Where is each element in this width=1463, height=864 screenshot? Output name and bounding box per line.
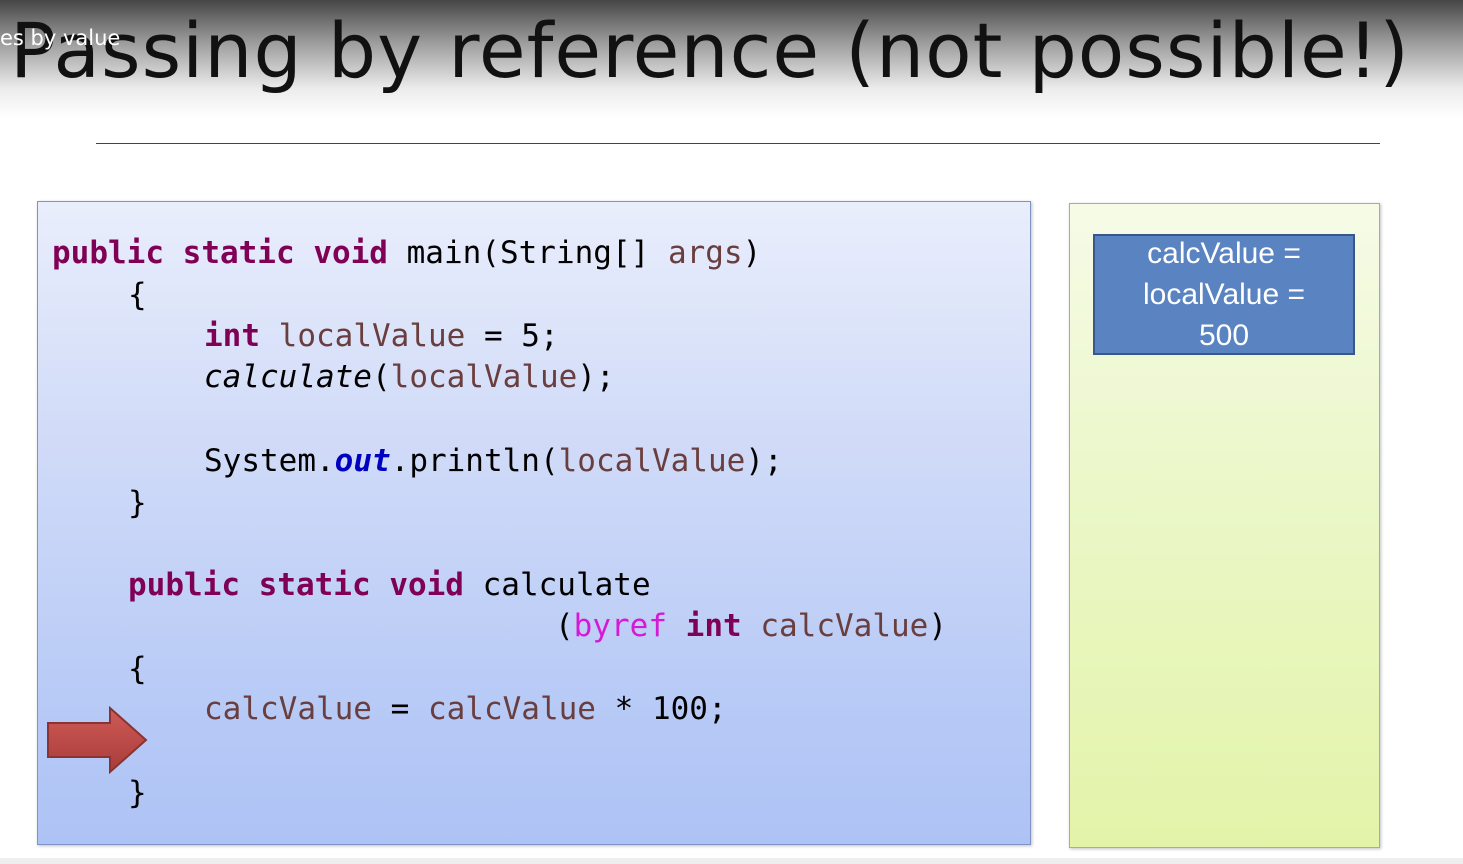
keyword-void-2: void <box>389 567 464 603</box>
param-args: args <box>667 235 743 271</box>
param-open-paren: ( <box>555 608 574 644</box>
system-prefix: System. <box>204 443 335 479</box>
var-box-line-localvalue: localValue = <box>1142 278 1306 311</box>
println-method: .println( <box>390 443 559 479</box>
code-line-calculate-params: (byref int calcValue) <box>555 606 947 646</box>
method-name-main: main(String[] <box>406 235 668 271</box>
code-line-main-open-brace: { <box>128 277 147 313</box>
var-box-line-value: 500 <box>1198 319 1250 352</box>
code-line-println: System.out.println(localValue); <box>204 441 783 481</box>
open-paren: ( <box>371 359 391 395</box>
close-paren: ) <box>742 235 762 271</box>
code-line-local-declaration: int localValue = 5; <box>204 316 559 356</box>
multiply-expression: * 100; <box>595 691 727 727</box>
assign-five: = 5; <box>465 318 559 354</box>
byref-modifier: byref <box>573 608 667 644</box>
code-line-assignment: calcValue = calcValue * 100; <box>204 689 727 729</box>
memory-panel: calcValue = localValue = 500 <box>1069 203 1380 848</box>
title-divider <box>96 143 1380 144</box>
var-localvalue: localValue <box>278 318 466 354</box>
code-line-calculate-open-brace: { <box>128 651 147 687</box>
variable-value-box: calcValue = localValue = 500 <box>1093 234 1355 355</box>
keyword-static-2: static <box>258 567 371 603</box>
method-name-calculate: calculate <box>482 567 651 603</box>
assign-operator: = <box>371 691 428 727</box>
keyword-void: void <box>313 235 388 271</box>
code-line-calculate-signature: public static void calculate <box>128 565 651 605</box>
code-line-calculate-call: calculate(localValue); <box>204 357 615 397</box>
code-line-calculate-close-brace: } <box>128 775 147 811</box>
var-calcvalue: calcValue <box>204 691 372 727</box>
slide-title: Passing by reference (not possible!) <box>10 6 1410 95</box>
param-close-paren: ) <box>928 608 947 644</box>
keyword-static: static <box>182 235 295 271</box>
keyword-int: int <box>204 318 260 354</box>
var-box-line-calcvalue: calcValue = <box>1147 237 1301 270</box>
video-caption: es by value <box>0 26 121 50</box>
arg-localvalue: localValue <box>390 359 578 395</box>
method-call-calculate: calculate <box>204 359 372 395</box>
param-calcvalue: calcValue <box>760 608 929 644</box>
slide-stage: Passing by reference (not possible!) es … <box>0 0 1463 864</box>
arg-localvalue-print: localValue <box>558 443 746 479</box>
field-out: out <box>334 443 391 479</box>
var-calcvalue-2: calcValue <box>427 691 596 727</box>
right-arrow-icon <box>47 706 148 774</box>
keyword-int-2: int <box>685 608 742 644</box>
code-line-main-signature: public static void main(String[] args) <box>52 233 761 273</box>
close-call: ); <box>577 359 615 395</box>
keyword-public-2: public <box>128 567 240 603</box>
bottom-strip <box>0 858 1463 864</box>
code-line-main-close-brace: } <box>128 485 147 521</box>
code-panel: public static void main(String[] args) {… <box>37 201 1031 845</box>
keyword-public: public <box>52 235 164 271</box>
close-println: ); <box>745 443 783 479</box>
